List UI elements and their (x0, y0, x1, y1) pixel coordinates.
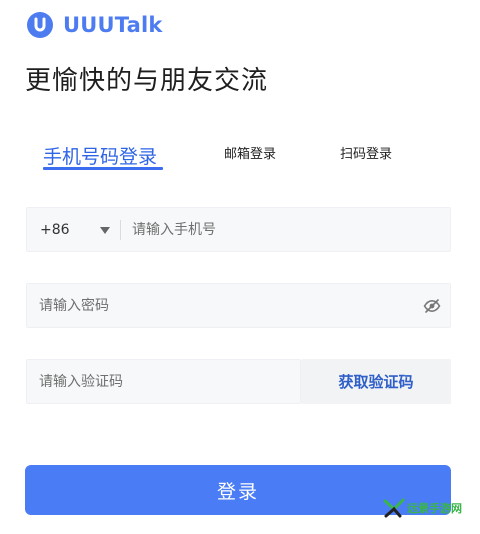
brand-name: UUUTalk (63, 13, 163, 37)
page-headline: 更愉快的与朋友交流 (25, 66, 269, 96)
phone-field: +86 (26, 207, 451, 252)
app-logo: UUUTalk (27, 11, 163, 39)
tab-email-login[interactable]: 邮箱登录 (224, 143, 276, 162)
verification-code-field (26, 359, 301, 404)
phone-input[interactable] (132, 208, 432, 251)
uuutalk-logo-icon (27, 12, 53, 38)
caret-down-icon (100, 227, 110, 234)
get-code-button[interactable]: 获取验证码 (301, 359, 451, 404)
watermark: 远景手游网 (383, 497, 462, 519)
eye-off-icon[interactable] (423, 297, 441, 315)
country-code-select[interactable]: +86 (40, 208, 120, 251)
active-tab-underline (43, 167, 163, 170)
tab-qr-login[interactable]: 扫码登录 (340, 143, 392, 162)
password-input[interactable] (39, 284, 419, 327)
password-field (26, 283, 451, 328)
watermark-text: 远景手游网 (407, 502, 462, 515)
tab-phone-login[interactable]: 手机号码登录 (43, 142, 157, 169)
country-code-value: +86 (40, 221, 70, 238)
watermark-logo-icon (383, 498, 405, 518)
verification-code-input[interactable] (39, 360, 289, 403)
field-divider (120, 220, 121, 240)
